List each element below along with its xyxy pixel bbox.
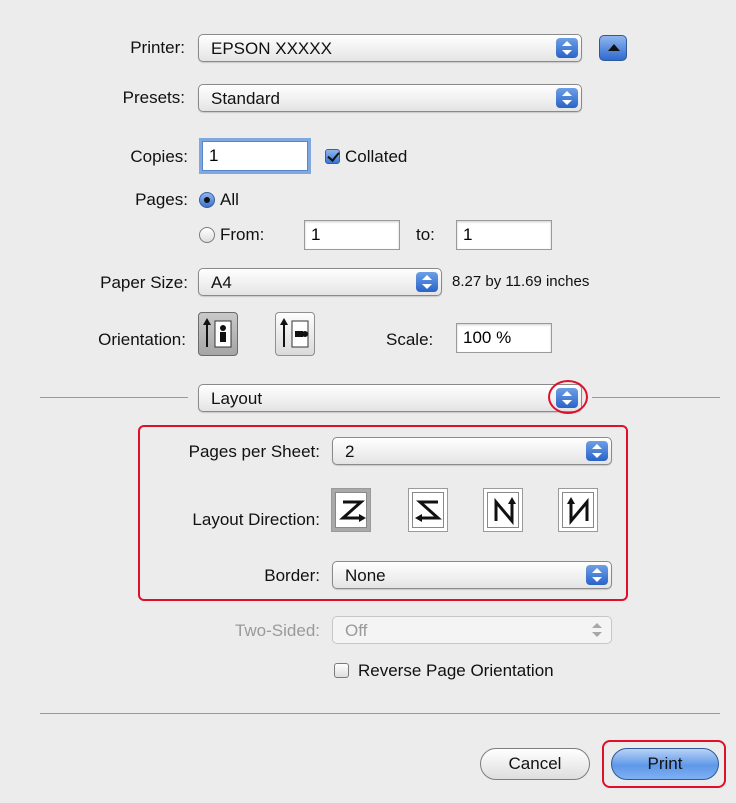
scale-label: Scale: (386, 330, 434, 349)
portrait-button[interactable] (198, 312, 238, 356)
z-direction-icon (339, 500, 366, 522)
direction-z-button[interactable] (331, 488, 371, 532)
pages-all-radio[interactable] (199, 192, 215, 208)
popup-arrows-icon (556, 388, 578, 408)
pages-to-input[interactable] (457, 221, 551, 249)
divider-left (40, 397, 188, 398)
direction-reverse-n-button[interactable] (558, 488, 598, 532)
portrait-orientation-icon (203, 318, 232, 348)
cancel-button[interactable]: Cancel (480, 748, 590, 780)
pages-all-label: All (220, 190, 239, 209)
pages-from-field[interactable] (304, 220, 400, 250)
landscape-button[interactable] (275, 312, 315, 356)
pages-from-label: From: (220, 225, 265, 244)
pages-per-sheet-value: 2 (345, 442, 355, 461)
two-sided-popup: Off (332, 616, 612, 644)
copies-label: Copies: (130, 147, 188, 166)
two-sided-label: Two-Sided: (234, 621, 320, 640)
scale-input[interactable] (457, 324, 551, 352)
reverse-n-direction-icon (567, 497, 589, 526)
divider-right (592, 397, 720, 398)
pages-from-radio[interactable] (199, 227, 215, 243)
reverse-page-orientation-checkbox[interactable] (334, 663, 349, 678)
direction-n-button[interactable] (483, 488, 523, 532)
print-button[interactable]: Print (611, 748, 719, 780)
paper-size-value: A4 (211, 273, 232, 292)
pages-per-sheet-popup[interactable]: 2 (332, 437, 612, 465)
paper-size-label: Paper Size: (100, 273, 188, 292)
border-value: None (345, 566, 386, 585)
triangle-up-icon (608, 44, 620, 51)
popup-arrows-icon (586, 441, 608, 461)
popup-arrows-icon (586, 565, 608, 585)
reverse-z-direction-icon (415, 500, 442, 522)
border-label: Border: (264, 566, 320, 585)
printer-label: Printer: (130, 38, 185, 57)
presets-popup[interactable]: Standard (198, 84, 582, 112)
printer-value: EPSON XXXXX (211, 39, 332, 58)
bottom-divider (40, 713, 720, 714)
panel-value: Layout (211, 389, 263, 408)
landscape-orientation-icon (280, 318, 309, 348)
direction-reverse-z-button[interactable] (408, 488, 448, 532)
copies-field[interactable] (202, 141, 308, 171)
popup-arrows-icon (556, 88, 578, 108)
printer-popup[interactable]: EPSON XXXXX (198, 34, 582, 62)
pages-label: Pages: (135, 190, 188, 209)
popup-arrows-icon (416, 272, 438, 292)
two-sided-value: Off (345, 621, 368, 640)
border-popup[interactable]: None (332, 561, 612, 589)
n-direction-icon (494, 497, 516, 526)
popup-arrows-icon (556, 38, 578, 58)
pages-from-input[interactable] (305, 221, 399, 249)
paper-size-popup[interactable]: A4 (198, 268, 442, 296)
pages-per-sheet-label: Pages per Sheet: (188, 442, 320, 461)
collapse-details-button[interactable] (599, 35, 627, 61)
reverse-page-orientation-label: Reverse Page Orientation (358, 661, 554, 680)
copies-input[interactable] (203, 142, 307, 170)
paper-dimensions: 8.27 by 11.69 inches (452, 273, 590, 290)
collated-checkbox[interactable] (325, 149, 340, 164)
layout-direction-label: Layout Direction: (192, 510, 320, 529)
scale-field[interactable] (456, 323, 552, 353)
pages-to-label: to: (416, 225, 435, 244)
panel-popup[interactable]: Layout (198, 384, 582, 412)
orientation-label: Orientation: (98, 330, 186, 349)
presets-value: Standard (211, 89, 280, 108)
presets-label: Presets: (122, 88, 185, 107)
pages-to-field[interactable] (456, 220, 552, 250)
popup-arrows-icon (586, 620, 608, 640)
collated-label: Collated (345, 147, 408, 166)
